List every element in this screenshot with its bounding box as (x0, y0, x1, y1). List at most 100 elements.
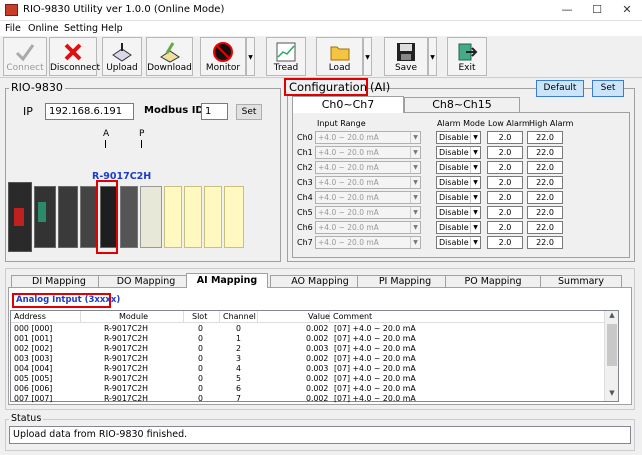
table-row[interactable]: 002 [002] R-9017C2H 0 2 0.003 [07] +4.0 … (12, 344, 604, 354)
save-dropdown[interactable]: ▼ (428, 37, 437, 76)
table-row[interactable]: 005 [005] R-9017C2H 0 5 0.002 [07] +4.0 … (12, 374, 604, 384)
channel-label: Ch3 (297, 178, 313, 187)
menu-online[interactable]: Online (28, 23, 59, 34)
cell-comment: [07] +4.0 ~ 20.0 mA (334, 324, 416, 333)
table-row[interactable]: 000 [000] R-9017C2H 0 0 0.002 [07] +4.0 … (12, 324, 604, 334)
close-button[interactable]: ✕ (612, 0, 642, 20)
input-range-select[interactable]: +4.0 ~ 20.0 mA ▼ (315, 131, 421, 144)
modbus-id-input[interactable] (201, 103, 228, 120)
low-alarm-input[interactable]: 2.0 (487, 161, 523, 174)
menu-file[interactable]: File (5, 23, 21, 34)
connect-button[interactable]: Connect (3, 37, 47, 76)
check-icon (15, 44, 35, 62)
input-range-select[interactable]: +4.0 ~ 20.0 mA ▼ (315, 146, 421, 159)
ip-input[interactable] (45, 103, 134, 120)
modbus-id-label: Modbus ID (144, 105, 204, 116)
device-set-button[interactable]: Set (236, 104, 262, 120)
high-alarm-input[interactable]: 22.0 (527, 206, 563, 219)
low-alarm-input[interactable]: 2.0 (487, 236, 523, 249)
hdr-address[interactable]: Address (11, 311, 81, 323)
hdr-slot[interactable]: Slot (184, 311, 220, 323)
analog-input-label: Analog Intput (3xxxx) (16, 295, 121, 305)
table-row[interactable]: 001 [001] R-9017C2H 0 1 0.002 [07] +4.0 … (12, 334, 604, 344)
menu-help[interactable]: Help (101, 23, 123, 34)
high-alarm-input[interactable]: 22.0 (527, 236, 563, 249)
table-row[interactable]: 004 [004] R-9017C2H 0 4 0.003 [07] +4.0 … (12, 364, 604, 374)
cell-module: R-9017C2H (104, 334, 149, 343)
table-row[interactable]: 007 [007] R-9017C2H 0 7 0.002 [07] +4.0 … (12, 394, 604, 404)
alarm-mode-select[interactable]: Disable ▼ (436, 236, 481, 249)
alarm-mode-select[interactable]: Disable ▼ (436, 161, 481, 174)
input-range-select[interactable]: +4.0 ~ 20.0 mA ▼ (315, 221, 421, 234)
high-alarm-input[interactable]: 22.0 (527, 191, 563, 204)
cell-channel: 3 (236, 354, 241, 363)
load-button[interactable]: Load (316, 37, 363, 76)
low-alarm-input[interactable]: 2.0 (487, 206, 523, 219)
scroll-thumb[interactable] (607, 324, 617, 366)
high-alarm-input[interactable]: 22.0 (527, 221, 563, 234)
tab-ch8-15[interactable]: Ch8~Ch15 (404, 97, 520, 113)
alarm-mode-select[interactable]: Disable ▼ (436, 206, 481, 219)
high-alarm-input[interactable]: 22.0 (527, 176, 563, 189)
low-alarm-input[interactable]: 2.0 (487, 131, 523, 144)
cell-value: 0.002 (306, 354, 329, 363)
upload-button[interactable]: Upload (102, 37, 142, 76)
alarm-mode-select[interactable]: Disable ▼ (436, 221, 481, 234)
monitor-icon (213, 42, 233, 62)
minimize-button[interactable]: — (552, 0, 582, 20)
download-button[interactable]: Download (146, 37, 193, 76)
input-range-select[interactable]: +4.0 ~ 20.0 mA ▼ (315, 236, 421, 249)
disconnect-button[interactable]: Disconnect (49, 37, 100, 76)
cell-module: R-9017C2H (104, 354, 149, 363)
hdr-value[interactable]: Value (258, 311, 330, 323)
low-alarm-input[interactable]: 2.0 (487, 191, 523, 204)
empty-slot-2 (164, 186, 182, 248)
cell-channel: 1 (236, 334, 241, 343)
alarm-mode-select[interactable]: Disable ▼ (436, 176, 481, 189)
alarm-mode-select[interactable]: Disable ▼ (436, 131, 481, 144)
config-set-button[interactable]: Set (592, 80, 624, 97)
chevron-down-icon: ▼ (410, 162, 420, 173)
alarm-mode-select[interactable]: Disable ▼ (436, 146, 481, 159)
low-alarm-input[interactable]: 2.0 (487, 146, 523, 159)
hdr-comment[interactable]: Comment (330, 311, 605, 323)
default-button[interactable]: Default (536, 80, 584, 97)
input-range-select[interactable]: +4.0 ~ 20.0 mA ▼ (315, 206, 421, 219)
high-alarm-input[interactable]: 22.0 (527, 146, 563, 159)
high-alarm-input[interactable]: 22.0 (527, 161, 563, 174)
chevron-down-icon: ▼ (410, 237, 420, 248)
scroll-down-icon[interactable]: ▼ (605, 389, 619, 401)
tab-ai-mapping[interactable]: AI Mapping (186, 273, 268, 288)
status-message: Upload data from RIO-9830 finished. (9, 426, 631, 444)
cell-channel: 7 (236, 394, 241, 403)
save-button[interactable]: Save (384, 37, 428, 76)
monitor-dropdown[interactable]: ▼ (246, 37, 255, 76)
monitor-button[interactable]: Monitor (200, 37, 246, 76)
hdr-channel[interactable]: Channel (220, 311, 258, 323)
input-range-select[interactable]: +4.0 ~ 20.0 mA ▼ (315, 191, 421, 204)
exit-button[interactable]: Exit (447, 37, 487, 76)
table-row[interactable]: 003 [003] R-9017C2H 0 3 0.002 [07] +4.0 … (12, 354, 604, 364)
tab-ch0-7[interactable]: Ch0~Ch7 (292, 96, 404, 113)
tread-button[interactable]: Tread (266, 37, 306, 76)
cell-slot: 0 (198, 394, 203, 403)
low-alarm-input[interactable]: 2.0 (487, 176, 523, 189)
input-range-select[interactable]: +4.0 ~ 20.0 mA ▼ (315, 176, 421, 189)
chevron-down-icon: ▼ (470, 147, 480, 158)
col-input-range: Input Range (317, 119, 366, 128)
cell-address: 001 [001] (14, 334, 53, 343)
high-alarm-input[interactable]: 22.0 (527, 131, 563, 144)
table-row[interactable]: 006 [006] R-9017C2H 0 6 0.002 [07] +4.0 … (12, 384, 604, 394)
scroll-up-icon[interactable]: ▲ (605, 311, 619, 323)
maximize-button[interactable]: ☐ (582, 0, 612, 20)
load-dropdown[interactable]: ▼ (363, 37, 372, 76)
download-icon (159, 42, 180, 63)
alarm-mode-select[interactable]: Disable ▼ (436, 191, 481, 204)
low-alarm-input[interactable]: 2.0 (487, 221, 523, 234)
input-range-select[interactable]: +4.0 ~ 20.0 mA ▼ (315, 161, 421, 174)
cell-value: 0.003 (306, 344, 329, 353)
menu-setting[interactable]: Setting (64, 23, 98, 34)
chevron-down-icon: ▼ (410, 192, 420, 203)
list-scrollbar[interactable]: ▲ ▼ (604, 311, 618, 401)
hdr-module[interactable]: Module (81, 311, 184, 323)
